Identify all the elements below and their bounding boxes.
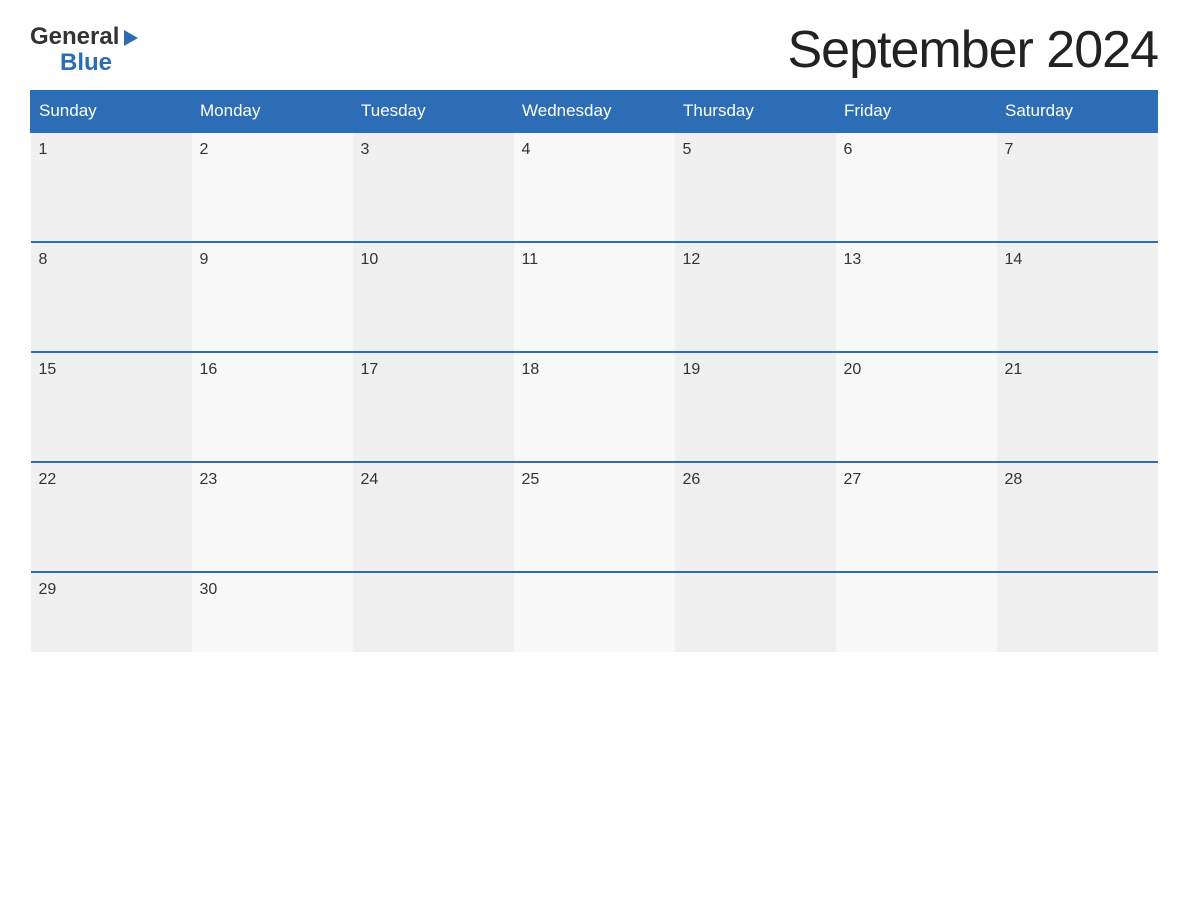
day-number: 9 — [200, 251, 209, 268]
calendar-day-cell: 5 — [675, 132, 836, 242]
calendar-day-cell: 7 — [997, 132, 1158, 242]
day-number: 20 — [844, 361, 862, 378]
day-number: 23 — [200, 471, 218, 488]
calendar-table: SundayMondayTuesdayWednesdayThursdayFrid… — [30, 90, 1158, 652]
calendar-day-cell: 27 — [836, 462, 997, 572]
day-number: 25 — [522, 471, 540, 488]
calendar-day-cell: 12 — [675, 242, 836, 352]
day-number: 10 — [361, 251, 379, 268]
calendar-day-cell — [353, 572, 514, 652]
logo-blue-text: Blue — [60, 51, 112, 75]
day-number: 30 — [200, 581, 218, 598]
calendar-day-cell: 26 — [675, 462, 836, 572]
day-number: 29 — [39, 581, 57, 598]
day-number: 28 — [1005, 471, 1023, 488]
header-sunday: Sunday — [31, 91, 192, 133]
calendar-day-cell: 11 — [514, 242, 675, 352]
header-monday: Monday — [192, 91, 353, 133]
calendar-day-cell: 18 — [514, 352, 675, 462]
month-title: September 2024 — [788, 20, 1159, 80]
week-row-4: 22 23 24 25 26 27 28 — [31, 462, 1158, 572]
calendar-day-cell: 23 — [192, 462, 353, 572]
days-header-row: SundayMondayTuesdayWednesdayThursdayFrid… — [31, 91, 1158, 133]
day-number: 5 — [683, 141, 692, 158]
logo: General Blue — [30, 25, 138, 75]
logo-bottom-line: Blue — [32, 51, 112, 75]
logo-general-text: General — [30, 25, 119, 49]
header-wednesday: Wednesday — [514, 91, 675, 133]
calendar-day-cell: 25 — [514, 462, 675, 572]
calendar-day-cell: 16 — [192, 352, 353, 462]
day-number: 15 — [39, 361, 57, 378]
calendar-day-cell: 15 — [31, 352, 192, 462]
day-number: 1 — [39, 141, 48, 158]
calendar-day-cell: 4 — [514, 132, 675, 242]
calendar-day-cell: 13 — [836, 242, 997, 352]
day-number: 13 — [844, 251, 862, 268]
day-number: 17 — [361, 361, 379, 378]
calendar-day-cell: 20 — [836, 352, 997, 462]
calendar-day-cell: 22 — [31, 462, 192, 572]
header-thursday: Thursday — [675, 91, 836, 133]
day-number: 14 — [1005, 251, 1023, 268]
day-number: 3 — [361, 141, 370, 158]
calendar-day-cell: 21 — [997, 352, 1158, 462]
logo-top-line: General — [30, 25, 138, 49]
day-number: 22 — [39, 471, 57, 488]
header-tuesday: Tuesday — [353, 91, 514, 133]
week-row-2: 8 9 10 11 12 13 14 — [31, 242, 1158, 352]
day-number: 7 — [1005, 141, 1014, 158]
calendar-day-cell: 1 — [31, 132, 192, 242]
day-number: 4 — [522, 141, 531, 158]
calendar-day-cell: 6 — [836, 132, 997, 242]
day-number: 8 — [39, 251, 48, 268]
day-number: 27 — [844, 471, 862, 488]
calendar-day-cell: 2 — [192, 132, 353, 242]
week-row-5: 29 30 — [31, 572, 1158, 652]
day-number: 21 — [1005, 361, 1023, 378]
calendar-day-cell: 8 — [31, 242, 192, 352]
calendar-day-cell — [997, 572, 1158, 652]
calendar-day-cell: 29 — [31, 572, 192, 652]
calendar-day-cell: 28 — [997, 462, 1158, 572]
week-row-3: 15 16 17 18 19 20 21 — [31, 352, 1158, 462]
calendar-day-cell: 14 — [997, 242, 1158, 352]
calendar-day-cell: 24 — [353, 462, 514, 572]
calendar-day-cell: 17 — [353, 352, 514, 462]
calendar-day-cell — [514, 572, 675, 652]
day-number: 2 — [200, 141, 209, 158]
calendar-day-cell: 9 — [192, 242, 353, 352]
calendar-day-cell: 3 — [353, 132, 514, 242]
week-row-1: 1 2 3 4 5 6 7 — [31, 132, 1158, 242]
day-number: 12 — [683, 251, 701, 268]
calendar-day-cell — [675, 572, 836, 652]
day-number: 18 — [522, 361, 540, 378]
day-number: 6 — [844, 141, 853, 158]
calendar-day-cell — [836, 572, 997, 652]
page-header: General Blue September 2024 — [30, 20, 1158, 80]
day-number: 11 — [522, 251, 539, 268]
calendar-day-cell: 19 — [675, 352, 836, 462]
day-number: 19 — [683, 361, 701, 378]
header-saturday: Saturday — [997, 91, 1158, 133]
day-number: 16 — [200, 361, 218, 378]
day-number: 26 — [683, 471, 701, 488]
day-number: 24 — [361, 471, 379, 488]
calendar-day-cell: 10 — [353, 242, 514, 352]
calendar-day-cell: 30 — [192, 572, 353, 652]
logo-arrow-icon — [124, 30, 138, 46]
header-friday: Friday — [836, 91, 997, 133]
